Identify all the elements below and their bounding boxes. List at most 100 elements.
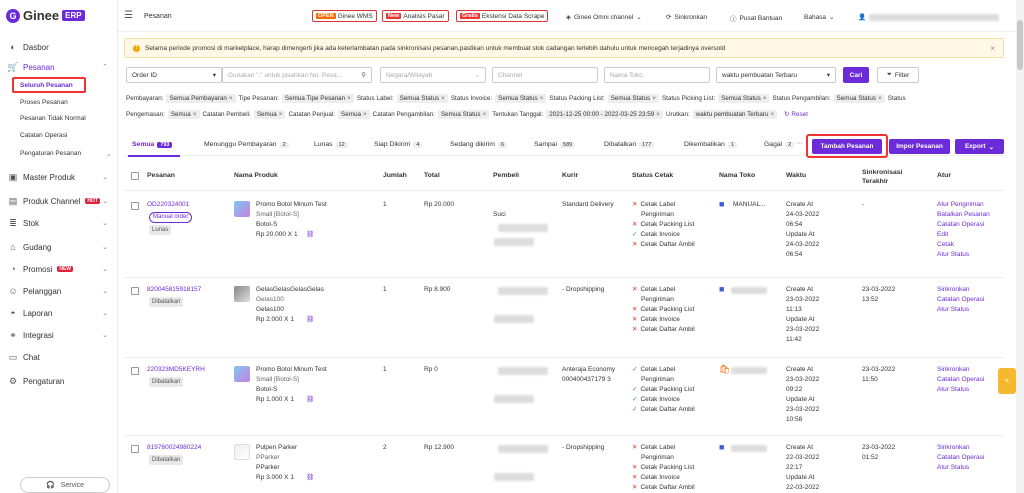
sidebar-item-chat[interactable]: ▭ Chat [0, 346, 118, 368]
close-icon[interactable]: × [483, 111, 487, 118]
sidebar-item-dasbor[interactable]: ◐ Dasbor [0, 36, 118, 58]
close-icon[interactable]: × [229, 95, 233, 102]
order-id-link[interactable]: OD220324001 [147, 200, 189, 210]
sidebar-subitem-catatan-operasi[interactable]: Catatan Operasi [20, 132, 67, 139]
filter-chip[interactable]: waktu pembuatan Terbaru × [692, 110, 778, 119]
sync-button[interactable]: ⟳ Sinkronkan [666, 13, 707, 22]
close-icon[interactable]: × [990, 44, 995, 53]
sidebar-item-produk-channel[interactable]: ▤ Produk Channel HOT ⌄ [0, 190, 118, 212]
filter-chip[interactable]: Semua Status × [437, 110, 490, 119]
sidebar-subitem-pengaturan-pesanan[interactable]: Pengaturan Pesanan [20, 150, 81, 157]
row-action-sinkronkan[interactable]: Sinkronkan [937, 443, 970, 453]
sidebar-item-promosi[interactable]: ◔ Promosi NEW ⌄ [0, 258, 118, 280]
sidebar-item-integrasi[interactable]: ⚭ Integrasi ⌄ [0, 324, 118, 346]
filter-chip[interactable]: Semua Pembayaran × [166, 94, 236, 103]
row-action-sinkronkan[interactable]: Sinkronkan [937, 365, 970, 375]
sidebar-subitem-pesanan-tidak-normal[interactable]: Pesanan Tidak Normal [20, 115, 86, 122]
user-menu[interactable]: 👤 [858, 13, 1000, 21]
sidebar-item-pesanan[interactable]: 🛒 Pesanan ⌃ [0, 56, 118, 78]
reset-link[interactable]: ↻ Reset [784, 111, 808, 118]
service-button[interactable]: 🎧 Service [20, 477, 110, 493]
filter-chip[interactable]: Semua Status × [495, 94, 547, 103]
app-logo[interactable]: G Ginee ERP [6, 8, 85, 23]
order-id-link[interactable]: 820045815918157 [147, 285, 201, 295]
import-orders-button[interactable]: Impor Pesanan [889, 139, 950, 154]
order-id-select[interactable]: Order ID ▾ [126, 67, 222, 83]
menu-toggle-icon[interactable]: ☰ [124, 10, 133, 21]
row-action-atur-pengiriman[interactable]: Atur Pengiriman [937, 200, 984, 210]
filter-chip[interactable]: Semua Status × [833, 94, 885, 103]
row-checkbox[interactable] [131, 287, 139, 295]
close-icon[interactable]: × [652, 95, 656, 102]
close-icon[interactable]: × [656, 111, 660, 118]
tab-sampai[interactable]: Sampai 589 [534, 141, 576, 148]
row-action-catatan-operasi[interactable]: Catatan Operasi [937, 375, 984, 385]
market-analysis-button[interactable]: New Analisis Pasar [382, 10, 449, 22]
close-icon[interactable]: × [441, 95, 445, 102]
product-link-icon[interactable]: ⛓ [306, 315, 314, 325]
sidebar-item-gudang[interactable]: ⌂ Gudang ⌄ [0, 236, 118, 258]
filter-chip[interactable]: Semua × [167, 110, 200, 119]
data-scrape-extension-button[interactable]: Gratis Ekstensi Data Scrape [456, 10, 549, 22]
tab-semua[interactable]: Semua 793 [132, 141, 173, 148]
row-action-batalkan-pesanan[interactable]: Batalkan Pesanan [937, 210, 990, 220]
floating-helper-button[interactable]: ✎ [998, 368, 1016, 394]
tab-dibatalkan[interactable]: Dibatalkan 177 [604, 141, 655, 148]
tab-dikembalikan[interactable]: Dikembalikan 1 [684, 141, 737, 148]
sidebar-item-pengaturan[interactable]: ⚙ Pengaturan [0, 370, 118, 392]
close-icon[interactable]: × [878, 95, 882, 102]
filter-button[interactable]: ⏷ Filter [877, 67, 919, 83]
language-menu[interactable]: Bahasa ⌄ [804, 13, 835, 22]
filter-chip[interactable]: Semua Status × [607, 94, 659, 103]
scrollbar-thumb[interactable] [1017, 20, 1023, 70]
order-id-link[interactable]: 220323MD5KEYRH [147, 365, 205, 375]
search-button[interactable]: Cari [843, 67, 869, 83]
row-action-atur-status[interactable]: Atur Status [937, 250, 969, 260]
close-icon[interactable]: × [540, 95, 544, 102]
sidebar-item-laporan[interactable]: ◓ Laporan ⌄ [0, 302, 118, 324]
sidebar-item-master-produk[interactable]: ▣ Master Produk ⌄ [0, 166, 118, 188]
row-action-edit[interactable]: Edit [937, 230, 948, 240]
tab-menunggu-pembayaran[interactable]: Menunggu Pembayaran 2 [204, 141, 289, 148]
select-all-checkbox[interactable] [131, 172, 139, 180]
close-icon[interactable]: × [193, 111, 197, 118]
product-link-icon[interactable]: ⛓ [306, 395, 314, 405]
filter-chip[interactable]: Semua Status × [718, 94, 770, 103]
store-name-select[interactable]: Nama Toko [604, 67, 710, 83]
close-icon[interactable]: × [279, 111, 283, 118]
product-link-icon[interactable]: ⛓ [306, 473, 314, 483]
filter-chip[interactable]: Semua Tipe Pesanan × [281, 94, 354, 103]
tab-gagal[interactable]: Gagal 2 [764, 141, 795, 148]
ginee-wms-button[interactable]: OPEN Ginee WMS [312, 10, 377, 22]
row-action-atur-status[interactable]: Atur Status [937, 463, 969, 473]
close-icon[interactable]: × [770, 111, 774, 118]
tab-sedang-dikirim[interactable]: Sedang dikirim 6 [450, 141, 508, 148]
country-select[interactable]: Negara/Wilayah ⌄ [380, 67, 486, 83]
omni-channel-menu[interactable]: ◈ Ginee Omni channel ⌄ [566, 13, 642, 22]
filter-chip[interactable]: Semua × [338, 110, 370, 119]
sort-time-select[interactable]: waktu pembuatan Terbaru ▾ [716, 67, 836, 83]
filter-chip[interactable]: Semua × [253, 110, 286, 119]
row-action-cetak[interactable]: Cetak [937, 240, 954, 250]
row-action-atur-status[interactable]: Atur Status [937, 305, 969, 315]
row-action-catatan-operasi[interactable]: Catatan Operasi [937, 453, 984, 463]
tab-lunas[interactable]: Lunas 12 [314, 141, 348, 148]
close-icon[interactable]: × [763, 95, 767, 102]
filter-chip[interactable]: 2021-12-25 00:00 - 2022-03-25 23:59 × [546, 110, 663, 119]
sidebar-item-stok[interactable]: ≣ Stok ⌄ [0, 212, 118, 234]
row-action-atur-status[interactable]: Atur Status [937, 385, 969, 395]
order-search-input[interactable]: Gunakan "," untuk pisahkan No. Pesa... ⚲ [222, 67, 372, 83]
sidebar-item-pelanggan[interactable]: ☺ Pelanggan ⌄ [0, 280, 118, 302]
product-link-icon[interactable]: ⛓ [306, 230, 314, 240]
row-checkbox[interactable] [131, 445, 139, 453]
export-button[interactable]: Export ⌄ [955, 139, 1004, 154]
tab-siap-dikirim[interactable]: Siap Dikirim 4 [374, 141, 423, 148]
row-checkbox[interactable] [131, 202, 139, 210]
more-tabs-icon[interactable]: ··· [796, 140, 803, 147]
row-action-catatan-operasi[interactable]: Catatan Operasi [937, 295, 984, 305]
page-scrollbar[interactable] [1016, 0, 1024, 493]
filter-chip[interactable]: Semua Status × [396, 94, 448, 103]
row-checkbox[interactable] [131, 367, 139, 375]
close-icon[interactable]: × [363, 111, 367, 118]
help-center-link[interactable]: ⓘ Pusat Bantuan [730, 13, 782, 24]
